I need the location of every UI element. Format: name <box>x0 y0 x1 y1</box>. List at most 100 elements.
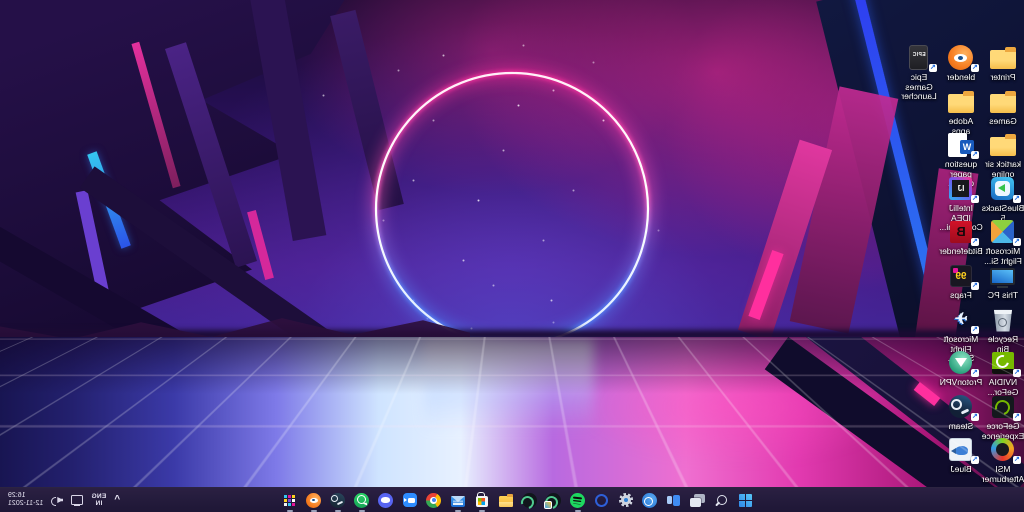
icon-image-box: EPIC <box>898 44 940 71</box>
shortcut-arrow-overlay <box>971 413 979 421</box>
desktop-icon-epic-games-launcher[interactable]: EPICEpic Games Launcher <box>898 44 940 102</box>
taskbar-cortana-button[interactable] <box>642 492 658 508</box>
shortcut-arrow-overlay <box>971 456 979 464</box>
folder-icon <box>990 94 1016 113</box>
icon-image-box: ✈ <box>940 306 982 333</box>
desktop-icon-bitdefender[interactable]: B Bitdefender <box>940 218 982 257</box>
icon-image-box <box>940 88 982 115</box>
taskbar-discord-button[interactable] <box>378 492 394 508</box>
desktop-icon-fraps[interactable]: 99Fraps <box>940 262 982 301</box>
desktop-icon-msi-afterburner[interactable]: MSI Afterburner <box>982 436 1024 484</box>
ring-app-icon <box>596 494 609 507</box>
shortcut-arrow-overlay <box>971 151 979 159</box>
shortcut-arrow-overlay <box>971 238 979 246</box>
network-icon[interactable] <box>71 495 83 506</box>
folder-icon <box>990 50 1016 69</box>
tray-time: 16:29 <box>8 492 43 501</box>
icon-image-box: B <box>940 218 982 245</box>
language-indicator[interactable]: ENG IN <box>91 493 106 508</box>
bitdefender-icon: B <box>950 221 972 243</box>
system-tray: ^ ENG IN 16:29 12-11-2021 <box>0 488 120 512</box>
desktop-icon-blender[interactable]: blender <box>940 44 982 83</box>
taskbar-pinned-apps <box>282 488 754 512</box>
taskbar-blender-button[interactable] <box>306 492 322 508</box>
epic-icon: EPIC <box>910 45 929 70</box>
taskbar-chrome-button[interactable] <box>426 492 442 508</box>
icon-glyph: B <box>950 221 972 243</box>
taskbar-geforce-experience-button[interactable] <box>546 492 562 508</box>
desktop-icon-bluej[interactable]: BlueJ <box>940 436 982 475</box>
file-explorer-icon <box>499 496 513 507</box>
desktop-icon-label: Printer <box>990 73 1015 83</box>
taskbar-microsoft-store-button[interactable] <box>474 492 490 508</box>
tray-overflow-chevron[interactable]: ^ <box>114 495 120 505</box>
desktop-icon-nvidia-gefor[interactable]: NVIDIA GeFor... <box>982 349 1024 397</box>
clock[interactable]: 16:29 12-11-2021 <box>8 492 43 509</box>
desktop-icon-games[interactable]: Games <box>982 88 1024 127</box>
taskbar-search-button[interactable] <box>714 492 730 508</box>
icon-image-box <box>940 44 982 71</box>
icon-glyph: IJ <box>950 177 973 200</box>
shortcut-arrow-overlay <box>1013 413 1021 421</box>
taskbar-task-view-button[interactable] <box>690 492 706 508</box>
widgets-icon <box>667 493 682 508</box>
bluestacks-icon <box>992 177 1015 200</box>
taskbar-spotify-button[interactable] <box>570 492 586 508</box>
microsoft-store-icon <box>476 496 488 507</box>
icon-image-box: IJ <box>940 175 982 202</box>
shortcut-arrow-overlay <box>971 282 979 290</box>
shortcut-arrow-overlay <box>971 195 979 203</box>
recycle-icon <box>994 309 1012 332</box>
desktop-icon-printer[interactable]: Printer <box>982 44 1024 83</box>
shortcut-arrow-overlay <box>1013 369 1021 377</box>
desktop-icon-microsoft-flight-si[interactable]: Microsoft Flight Si... <box>982 218 1024 266</box>
desktop-icon-steam[interactable]: Steam <box>940 393 982 432</box>
nvidia-geforce-icon <box>523 493 538 508</box>
taskbar-zoom-button[interactable] <box>402 492 418 508</box>
chrome-icon <box>427 493 442 508</box>
volume-icon[interactable] <box>51 494 63 506</box>
taskbar-widgets-button[interactable] <box>666 492 682 508</box>
start-icon <box>740 494 753 507</box>
desktop-icon-geforce-experience[interactable]: GeForce Experience <box>982 393 1024 441</box>
desktop-icon-label: Steam <box>949 422 974 432</box>
blender-icon <box>949 45 974 70</box>
desktop-icon-label: BlueJ <box>950 465 971 475</box>
icon-image-box <box>982 306 1024 333</box>
desktop-icon-protonvpn[interactable]: ProtonVPN <box>940 349 982 388</box>
protonvpn-icon <box>950 351 973 374</box>
language-code: ENG <box>91 493 106 501</box>
icon-image-box <box>940 436 982 463</box>
taskbar-whatsapp-button[interactable] <box>354 492 370 508</box>
whatsapp-icon <box>355 493 370 508</box>
mirrored-desktop-screen: Printer blender EPICEpic Games Launcher Gam… <box>0 0 1024 512</box>
icon-image-box <box>982 218 1024 245</box>
taskbar-pixel-game-button[interactable] <box>282 492 298 508</box>
icon-image-box <box>940 393 982 420</box>
taskbar-steam-button[interactable] <box>330 492 346 508</box>
shortcut-arrow-overlay <box>1013 238 1021 246</box>
desktop-icon-label: Bitdefender <box>939 247 982 257</box>
spotify-icon <box>571 493 586 508</box>
icon-image-box <box>940 349 982 376</box>
word-icon: W <box>948 133 967 157</box>
desktop-icon-adobe-apps[interactable]: Adobe apps <box>940 88 982 136</box>
taskbar-ring-app-button[interactable] <box>594 492 610 508</box>
taskbar-start-button[interactable] <box>738 492 754 508</box>
icon-image-box <box>982 44 1024 71</box>
icon-image-box: W <box>940 131 982 158</box>
taskbar-settings-button[interactable] <box>618 492 634 508</box>
folder-icon <box>948 94 974 113</box>
taskbar-nvidia-geforce-button[interactable] <box>522 492 538 508</box>
steam-icon <box>331 493 346 508</box>
taskbar-file-explorer-button[interactable] <box>498 492 514 508</box>
pixel-game-icon <box>283 493 298 508</box>
icon-glyph: EPIC <box>911 52 928 58</box>
desktop-icon-this-pc[interactable]: This PC <box>982 262 1024 301</box>
taskbar-mail-button[interactable] <box>450 492 466 508</box>
desktop-icon-recycle-bin[interactable]: Recycle Bin <box>982 306 1024 354</box>
geforce-icon <box>992 396 1014 418</box>
desktop-icon-label: blender <box>947 73 975 83</box>
desktop-icon-label: This PC <box>988 291 1018 301</box>
desktop-icon-bluestacks-5[interactable]: BlueStacks 5 <box>982 175 1024 223</box>
